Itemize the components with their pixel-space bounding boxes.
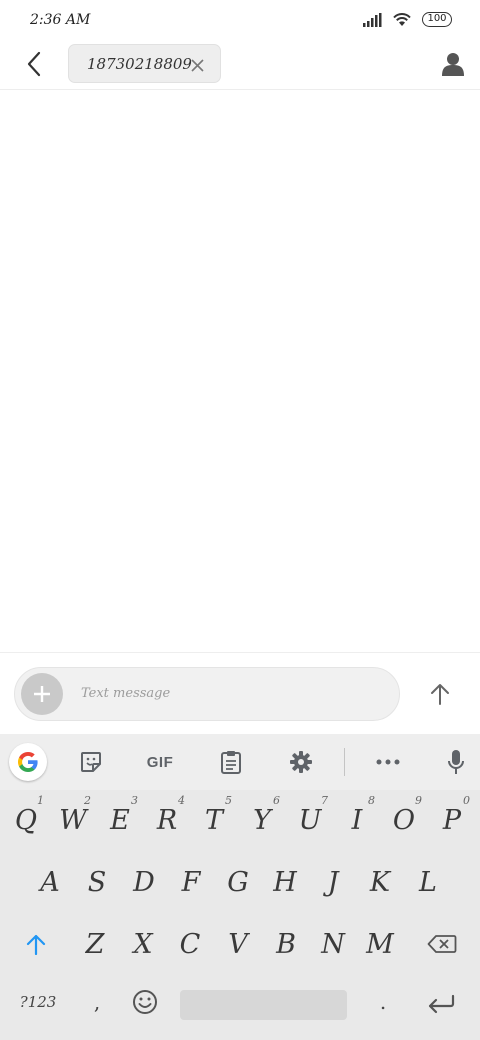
period-key[interactable]: . xyxy=(366,982,400,1022)
key-d[interactable]: D xyxy=(122,854,166,910)
key-x[interactable]: X xyxy=(121,916,165,972)
voice-input-button[interactable] xyxy=(436,744,476,780)
key-j[interactable]: J xyxy=(311,854,355,910)
key-c[interactable]: C xyxy=(168,916,212,972)
emoji-key[interactable] xyxy=(126,982,164,1022)
more-dots-icon xyxy=(376,759,400,765)
key-r[interactable]: R4 xyxy=(145,792,189,848)
symbols-key[interactable]: ?123 xyxy=(10,982,66,1022)
compose-divider xyxy=(0,652,480,653)
toolbar-separator xyxy=(344,748,345,776)
key-l[interactable]: L xyxy=(406,854,450,910)
gif-button[interactable]: GIF xyxy=(140,744,180,780)
key-n[interactable]: N xyxy=(311,916,355,972)
arrow-up-icon xyxy=(431,684,449,705)
enter-key[interactable] xyxy=(420,984,462,1024)
key-m[interactable]: M xyxy=(358,916,402,972)
google-search-button[interactable] xyxy=(9,743,47,781)
clipboard-button[interactable] xyxy=(211,744,251,780)
key-row-3: Z X C V B N M xyxy=(0,916,480,976)
wifi-icon xyxy=(393,13,411,26)
more-options-button[interactable] xyxy=(368,744,408,780)
key-e[interactable]: E3 xyxy=(98,792,142,848)
key-z[interactable]: Z xyxy=(73,916,117,972)
key-q[interactable]: Q1 xyxy=(4,792,48,848)
emoji-icon xyxy=(133,990,157,1014)
key-o[interactable]: O9 xyxy=(382,792,426,848)
gear-icon xyxy=(290,751,312,773)
settings-button[interactable] xyxy=(281,744,321,780)
key-i[interactable]: I8 xyxy=(335,792,379,848)
sticker-button[interactable] xyxy=(71,744,111,780)
keyboard: GIF Q 1 W 2 E 3 R 4 T 5 Y 6 U 7 I 8 O 9 … xyxy=(0,734,480,1040)
recipient-chip[interactable]: 18730218809 xyxy=(68,44,221,83)
key-y[interactable]: Y6 xyxy=(240,792,284,848)
sticker-icon xyxy=(81,752,101,772)
key-f[interactable]: F xyxy=(169,854,213,910)
back-button[interactable] xyxy=(18,48,50,80)
status-bar: 2:36 AM 100 xyxy=(0,0,480,40)
microphone-icon xyxy=(448,750,464,774)
close-icon xyxy=(190,58,204,72)
key-row-2: A S D F G H J K L xyxy=(0,854,480,914)
compose-field[interactable]: Text message xyxy=(14,667,400,721)
add-attachment-button[interactable] xyxy=(21,673,63,715)
key-h[interactable]: H xyxy=(263,854,307,910)
status-icons: 100 xyxy=(362,12,452,27)
send-button[interactable] xyxy=(422,676,458,712)
key-w[interactable]: W2 xyxy=(51,792,95,848)
gif-label: GIF xyxy=(146,753,174,771)
comma-key[interactable]: , xyxy=(80,982,114,1022)
key-t[interactable]: T5 xyxy=(192,792,236,848)
space-key[interactable] xyxy=(180,990,347,1020)
clipboard-icon xyxy=(221,751,241,774)
signal-icon xyxy=(363,12,382,27)
shift-key[interactable] xyxy=(14,916,58,972)
key-b[interactable]: B xyxy=(264,916,308,972)
backspace-icon xyxy=(427,935,457,953)
person-icon xyxy=(442,53,464,76)
key-k[interactable]: K xyxy=(358,854,402,910)
plus-icon xyxy=(34,686,50,702)
message-list xyxy=(0,91,480,651)
key-v[interactable]: V xyxy=(216,916,260,972)
google-icon xyxy=(18,752,38,772)
recipient-number: 18730218809 xyxy=(87,55,192,73)
status-time: 2:36 AM xyxy=(30,12,91,28)
key-a[interactable]: A xyxy=(28,854,72,910)
shift-arrow-icon xyxy=(26,934,46,955)
key-p[interactable]: P0 xyxy=(430,792,474,848)
remove-recipient-button[interactable] xyxy=(187,55,207,75)
backspace-key[interactable] xyxy=(420,916,464,972)
battery-icon: 100 xyxy=(422,12,452,27)
key-s[interactable]: S xyxy=(75,854,119,910)
key-row-1: Q1 W2 E3 R4 T5 Y6 U7 I8 O9 P0 xyxy=(0,792,480,852)
key-u[interactable]: U7 xyxy=(288,792,332,848)
key-g[interactable]: G xyxy=(216,854,260,910)
message-input[interactable]: Text message xyxy=(81,686,170,701)
keyboard-toolbar: GIF xyxy=(0,734,480,790)
enter-icon xyxy=(428,994,455,1014)
conversation-header: 18730218809 xyxy=(0,40,480,90)
chevron-left-icon xyxy=(27,51,41,77)
contact-button[interactable] xyxy=(437,48,469,80)
